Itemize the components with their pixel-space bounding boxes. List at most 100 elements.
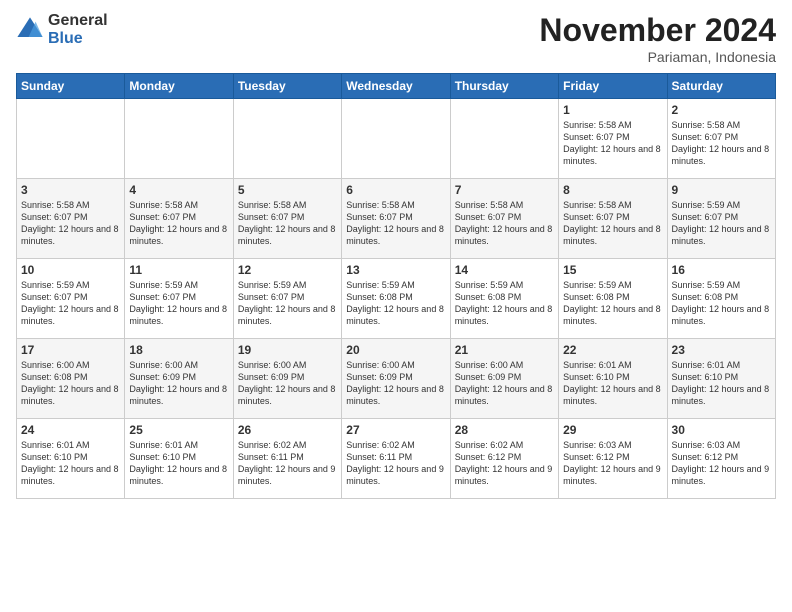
cell-detail: Sunset: 6:07 PM [672, 131, 771, 143]
cell-detail: Daylight: 12 hours and 8 minutes. [238, 383, 337, 407]
table-row: 29Sunrise: 6:03 AMSunset: 6:12 PMDayligh… [559, 419, 667, 499]
header-saturday: Saturday [667, 74, 775, 99]
cell-detail: Sunset: 6:11 PM [238, 451, 337, 463]
cell-detail: Daylight: 12 hours and 8 minutes. [346, 303, 445, 327]
day-number: 25 [129, 423, 228, 437]
cell-detail: Daylight: 12 hours and 8 minutes. [346, 383, 445, 407]
header-monday: Monday [125, 74, 233, 99]
cell-detail: Sunset: 6:09 PM [455, 371, 554, 383]
cell-detail: Daylight: 12 hours and 8 minutes. [455, 223, 554, 247]
day-number: 14 [455, 263, 554, 277]
cell-detail: Sunrise: 5:58 AM [129, 199, 228, 211]
cell-detail: Sunrise: 5:59 AM [672, 199, 771, 211]
table-row: 15 Sunrise: 5:59 AMSunset: 6:08 PMDayligh… [559, 259, 667, 339]
table-row: 22Sunrise: 6:01 AMSunset: 6:10 PMDayligh… [559, 339, 667, 419]
cell-detail: Sunrise: 5:59 AM [563, 279, 662, 291]
cell-detail: Sunrise: 5:59 AM [455, 279, 554, 291]
header-wednesday: Wednesday [342, 74, 450, 99]
table-row: 16Sunrise: 5:59 AMSunset: 6:08 PMDayligh… [667, 259, 775, 339]
table-row: 2 Sunrise: 5:58 AMSunset: 6:07 PMDaylight… [667, 99, 775, 179]
table-row [342, 99, 450, 179]
cell-detail: Sunset: 6:08 PM [455, 291, 554, 303]
day-number: 27 [346, 423, 445, 437]
day-number: 10 [21, 263, 120, 277]
day-number: 7 [455, 183, 554, 197]
table-row: 21Sunrise: 6:00 AMSunset: 6:09 PMDayligh… [450, 339, 558, 419]
cell-detail: Sunrise: 6:03 AM [563, 439, 662, 451]
cell-detail: Sunset: 6:12 PM [672, 451, 771, 463]
cell-detail: Daylight: 12 hours and 8 minutes. [455, 303, 554, 327]
cell-detail: Sunrise: 5:58 AM [672, 119, 771, 131]
table-row [125, 99, 233, 179]
cell-detail: Sunset: 6:08 PM [21, 371, 120, 383]
cell-detail: Sunset: 6:07 PM [21, 211, 120, 223]
table-row: 26Sunrise: 6:02 AMSunset: 6:11 PMDayligh… [233, 419, 341, 499]
cell-detail: Sunset: 6:08 PM [563, 291, 662, 303]
cell-detail: Sunset: 6:07 PM [129, 291, 228, 303]
cell-detail: Sunrise: 6:02 AM [238, 439, 337, 451]
cell-detail: Daylight: 12 hours and 8 minutes. [129, 223, 228, 247]
cell-detail: Daylight: 12 hours and 9 minutes. [346, 463, 445, 487]
table-row: 19Sunrise: 6:00 AMSunset: 6:09 PMDayligh… [233, 339, 341, 419]
day-number: 15 [563, 263, 662, 277]
cell-detail: Sunrise: 6:02 AM [346, 439, 445, 451]
cell-detail: Sunset: 6:10 PM [21, 451, 120, 463]
table-row: 20Sunrise: 6:00 AMSunset: 6:09 PMDayligh… [342, 339, 450, 419]
table-row: 7Sunrise: 5:58 AMSunset: 6:07 PMDaylight… [450, 179, 558, 259]
cell-detail: Sunrise: 5:59 AM [129, 279, 228, 291]
day-number: 17 [21, 343, 120, 357]
table-row: 18Sunrise: 6:00 AMSunset: 6:09 PMDayligh… [125, 339, 233, 419]
location: Pariaman, Indonesia [539, 49, 776, 65]
cell-detail: Sunrise: 6:01 AM [563, 359, 662, 371]
day-number: 6 [346, 183, 445, 197]
cell-detail: Sunrise: 5:59 AM [21, 279, 120, 291]
cell-detail: Sunrise: 5:59 AM [346, 279, 445, 291]
cell-detail: Daylight: 12 hours and 8 minutes. [129, 303, 228, 327]
cell-detail: Sunset: 6:07 PM [672, 211, 771, 223]
table-row: 23Sunrise: 6:01 AMSunset: 6:10 PMDayligh… [667, 339, 775, 419]
day-number: 12 [238, 263, 337, 277]
cell-detail: Sunset: 6:07 PM [563, 131, 662, 143]
cell-detail: Daylight: 12 hours and 9 minutes. [238, 463, 337, 487]
cell-detail: Daylight: 12 hours and 8 minutes. [672, 143, 771, 167]
table-row: 27 Sunrise: 6:02 AMSunset: 6:11 PMDayligh… [342, 419, 450, 499]
day-number: 2 [672, 103, 771, 117]
cell-detail: Sunrise: 6:00 AM [346, 359, 445, 371]
day-number: 19 [238, 343, 337, 357]
cell-detail: Sunset: 6:07 PM [129, 211, 228, 223]
cell-detail: Sunrise: 6:03 AM [672, 439, 771, 451]
day-number: 20 [346, 343, 445, 357]
cell-detail: Sunset: 6:11 PM [346, 451, 445, 463]
cell-detail: Daylight: 12 hours and 8 minutes. [563, 303, 662, 327]
cell-detail: Sunrise: 5:58 AM [563, 199, 662, 211]
day-number: 11 [129, 263, 228, 277]
table-row: 11 Sunrise: 5:59 AMSunset: 6:07 PMDayligh… [125, 259, 233, 339]
table-row: 8Sunrise: 5:58 AMSunset: 6:07 PMDaylight… [559, 179, 667, 259]
cell-detail: Sunset: 6:12 PM [563, 451, 662, 463]
cell-detail: Sunset: 6:09 PM [129, 371, 228, 383]
cell-detail: Sunrise: 5:58 AM [238, 199, 337, 211]
calendar-header-row: Sunday Monday Tuesday Wednesday Thursday… [17, 74, 776, 99]
week-row-3: 17 Sunrise: 6:00 AM Sunset: 6:08 PM Dayligh… [17, 339, 776, 419]
day-number: 16 [672, 263, 771, 277]
cell-detail: Sunrise: 5:58 AM [346, 199, 445, 211]
table-row: 24Sunrise: 6:01 AMSunset: 6:10 PMDayligh… [17, 419, 125, 499]
cell-detail: Daylight: 12 hours and 9 minutes. [672, 463, 771, 487]
cell-detail: Daylight: 12 hours and 8 minutes. [455, 383, 554, 407]
cell-detail: Sunset: 6:07 PM [563, 211, 662, 223]
cell-detail: Sunrise: 5:58 AM [563, 119, 662, 131]
day-number: 3 [21, 183, 120, 197]
header-friday: Friday [559, 74, 667, 99]
cell-detail: Daylight: 12 hours and 8 minutes. [672, 303, 771, 327]
cell-detail: Daylight: 12 hours and 8 minutes. [129, 383, 228, 407]
cell-detail: Sunrise: 6:01 AM [672, 359, 771, 371]
cell-detail: Sunrise: 6:00 AM [129, 359, 228, 371]
cell-detail: Sunset: 6:07 PM [238, 211, 337, 223]
table-row [450, 99, 558, 179]
cell-detail: Daylight: 12 hours and 8 minutes. [129, 463, 228, 487]
header-thursday: Thursday [450, 74, 558, 99]
cell-detail: Sunrise: 6:00 AM [238, 359, 337, 371]
table-row: 14 Sunrise: 5:59 AMSunset: 6:08 PMDayligh… [450, 259, 558, 339]
day-number: 1 [563, 103, 662, 117]
cell-detail: Sunset: 6:08 PM [672, 291, 771, 303]
